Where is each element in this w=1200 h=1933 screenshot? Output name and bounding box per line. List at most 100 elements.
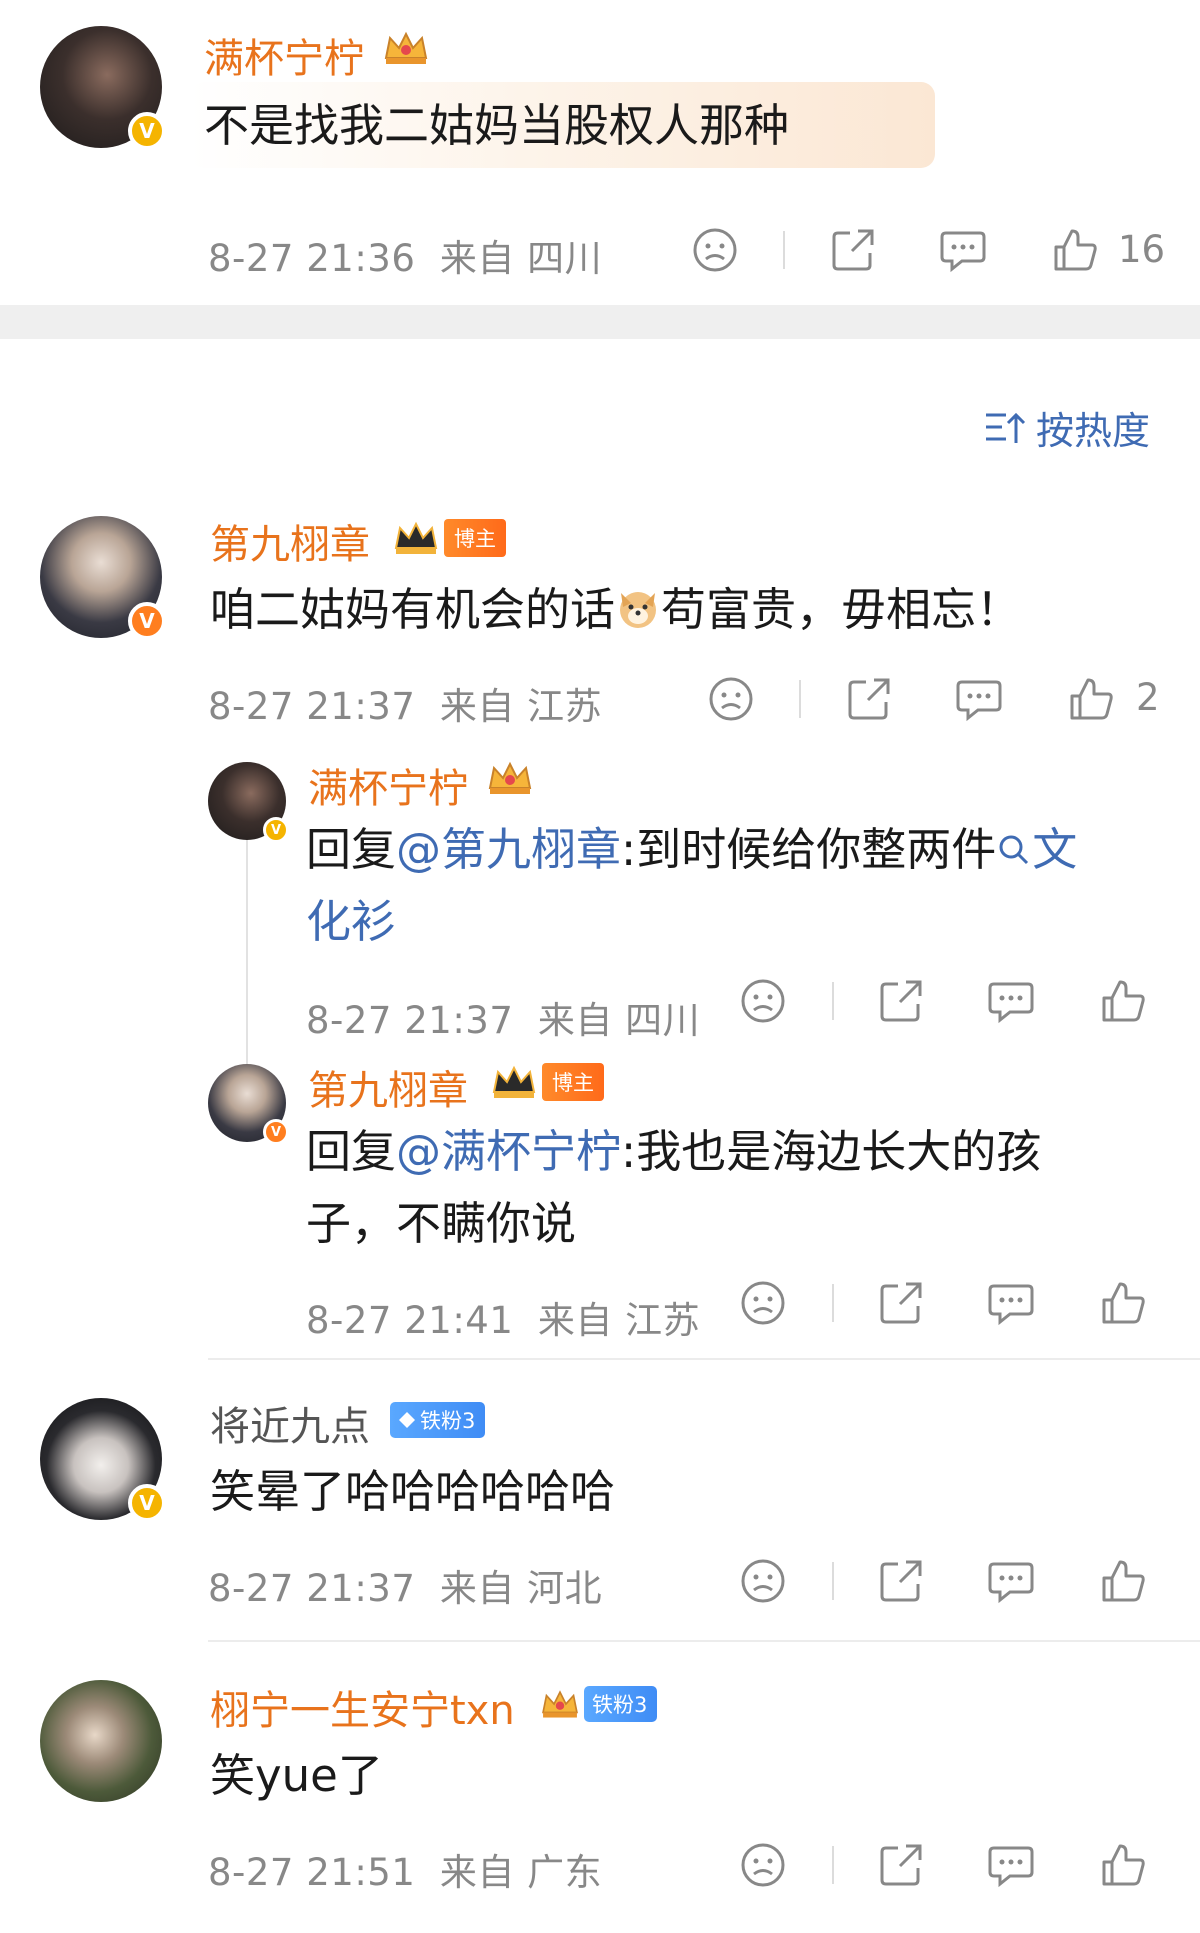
share-button[interactable] — [844, 674, 894, 724]
comment-text: 咱二姑妈有机会的话 苟富贵，毋相忘！ — [210, 583, 1022, 636]
like-button[interactable] — [1066, 674, 1116, 724]
like-button[interactable] — [1098, 1556, 1148, 1606]
mention-link[interactable]: @第九栩章 — [396, 823, 621, 876]
comment-button[interactable] — [986, 1840, 1036, 1890]
username[interactable]: 栩宁一生安宁txn — [210, 1678, 515, 1736]
thumbs-up-icon — [1070, 678, 1113, 720]
reply-meta: 8-27 21:37 来自 四川 — [306, 990, 700, 1044]
comment-separator — [208, 1358, 1200, 1360]
timestamp: 8-27 21:36 — [208, 237, 416, 280]
blogger-tag: 博主 — [542, 1063, 604, 1101]
dislike-button[interactable] — [738, 1840, 788, 1890]
sort-label: 按热度 — [1035, 409, 1150, 453]
sad-face-icon — [709, 677, 753, 721]
avatar[interactable] — [40, 1680, 162, 1802]
dislike-button[interactable] — [706, 674, 756, 724]
dislike-button[interactable] — [738, 976, 788, 1026]
section-divider — [0, 305, 1200, 339]
like-count: 2 — [1136, 676, 1160, 719]
fan-tag: 铁粉3 — [390, 1402, 486, 1438]
avatar[interactable]: V — [208, 1064, 289, 1145]
divider — [832, 982, 834, 1020]
avatar[interactable]: V — [40, 516, 166, 640]
sad-face-icon — [693, 228, 737, 272]
sort-icon — [985, 412, 1026, 443]
badge-row: 铁粉3 — [538, 1684, 658, 1724]
share-icon — [848, 678, 890, 720]
dislike-button[interactable] — [738, 1556, 788, 1606]
dislike-button[interactable] — [690, 225, 740, 275]
mention-link[interactable]: @满杯宁柠 — [396, 1125, 621, 1178]
username[interactable]: 满杯宁柠 — [204, 26, 364, 84]
fan-tag: 铁粉3 — [584, 1686, 658, 1722]
comment-button[interactable] — [938, 225, 988, 275]
sad-face-icon — [741, 1843, 785, 1887]
topic-link[interactable]: 化衫 — [306, 895, 396, 948]
username[interactable]: 将近九点 — [210, 1394, 370, 1452]
share-icon — [880, 980, 922, 1022]
comment-text: 笑晕了哈哈哈哈哈哈 — [210, 1465, 616, 1518]
share-button[interactable] — [876, 976, 926, 1026]
crown-icon — [542, 1690, 578, 1718]
like-button[interactable] — [1098, 976, 1148, 1026]
comment-icon — [988, 1562, 1034, 1604]
comment-button[interactable] — [986, 1278, 1036, 1328]
comment-button[interactable] — [954, 674, 1004, 724]
share-icon — [880, 1844, 922, 1886]
share-button[interactable] — [876, 1840, 926, 1890]
divider — [799, 680, 801, 718]
share-button[interactable] — [828, 225, 878, 275]
location: 来自 江苏 — [439, 685, 603, 728]
badge-row — [484, 758, 536, 798]
comment-button[interactable] — [986, 1556, 1036, 1606]
like-button[interactable] — [1098, 1840, 1148, 1890]
username[interactable]: 第九栩章 — [308, 1058, 468, 1116]
divider — [832, 1284, 834, 1322]
location: 来自 河北 — [439, 1567, 603, 1610]
thumbs-up-icon — [1102, 1560, 1145, 1602]
crown-icon — [492, 1065, 536, 1098]
comment-button[interactable] — [986, 976, 1036, 1026]
sad-face-icon — [741, 1559, 785, 1603]
username[interactable]: 满杯宁柠 — [308, 756, 468, 814]
avatar[interactable]: V — [208, 762, 289, 843]
avatar[interactable]: V — [40, 26, 166, 150]
timestamp: 8-27 21:37 — [306, 999, 514, 1042]
location: 来自 江苏 — [537, 1299, 701, 1342]
comment-icon — [956, 680, 1002, 722]
verified-icon: V — [263, 1119, 289, 1145]
divider — [832, 1846, 834, 1884]
comment-text: 笑yue了 — [210, 1749, 383, 1802]
badge-row: 铁粉3 — [390, 1402, 486, 1438]
share-button[interactable] — [876, 1556, 926, 1606]
topic-link[interactable]: 文 — [996, 823, 1077, 876]
avatar[interactable]: V — [40, 1398, 166, 1522]
comment-text: 不是找我二姑妈当股权人那种 — [204, 99, 790, 152]
verified-icon: V — [128, 602, 166, 640]
sort-toggle[interactable]: 按热度 — [984, 400, 1150, 455]
like-button[interactable] — [1050, 225, 1100, 275]
divider — [783, 231, 785, 269]
thumbs-up-icon — [1054, 229, 1097, 271]
badge-row: 博主 — [390, 518, 506, 558]
timestamp: 8-27 21:37 — [208, 1567, 416, 1610]
crown-icon — [384, 31, 428, 64]
crown-icon — [488, 761, 532, 794]
comment-icon — [988, 982, 1034, 1024]
verified-icon: V — [263, 817, 289, 843]
timestamp: 8-27 21:41 — [306, 1299, 514, 1342]
username[interactable]: 第九栩章 — [210, 512, 370, 570]
dislike-button[interactable] — [738, 1278, 788, 1328]
dog-emoji-icon — [620, 592, 657, 628]
thumbs-up-icon — [1102, 1844, 1145, 1886]
sad-face-icon — [741, 979, 785, 1023]
location: 来自 四川 — [439, 237, 603, 280]
verified-icon: V — [128, 112, 166, 150]
comment-meta: 8-27 21:37 来自 江苏 — [208, 676, 602, 730]
share-icon — [832, 229, 874, 271]
badge-row: 博主 — [488, 1062, 604, 1102]
blogger-tag: 博主 — [444, 519, 506, 557]
like-button[interactable] — [1098, 1278, 1148, 1328]
comment-icon — [940, 231, 986, 273]
share-button[interactable] — [876, 1278, 926, 1328]
